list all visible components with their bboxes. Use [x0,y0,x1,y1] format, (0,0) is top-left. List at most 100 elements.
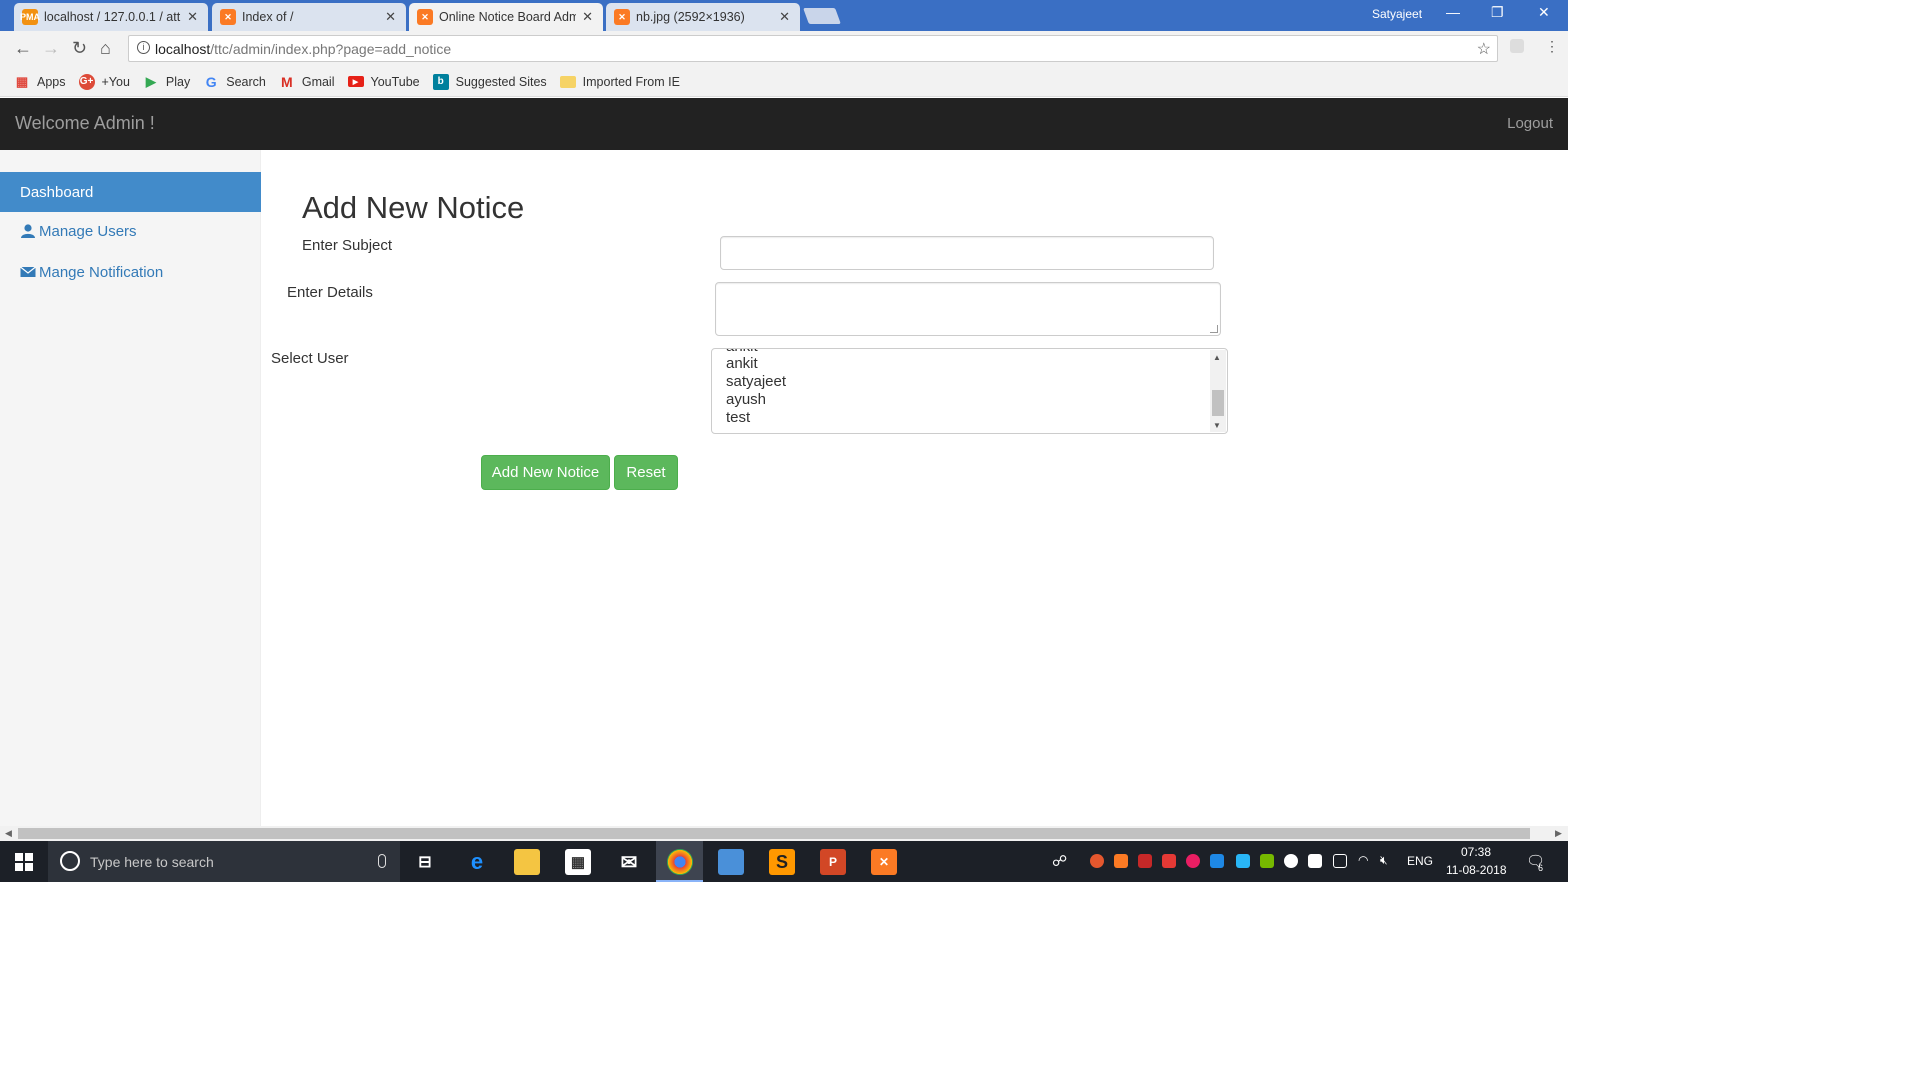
user-option[interactable]: test [726,409,750,426]
new-tab-button[interactable] [803,8,841,24]
store-icon[interactable]: ▦ [565,849,591,875]
tab-phpmyadmin[interactable]: PMA localhost / 127.0.0.1 / att ✕ [14,3,208,31]
reload-icon[interactable]: ↻ [72,38,87,59]
taskbar-search[interactable]: Type here to search [48,841,400,882]
profile-name[interactable]: Satyajeet [1372,7,1422,21]
wifi-icon[interactable]: ◠ [1358,853,1368,867]
close-window-icon[interactable]: ✕ [1538,4,1550,21]
powerpoint-icon[interactable]: P [820,849,846,875]
user-option[interactable]: ankit [726,355,758,372]
security-icon[interactable] [1308,854,1322,868]
tab-label: localhost / 127.0.0.1 / att [44,10,181,24]
bookmark-imported-from-ie[interactable]: Imported From IE [559,75,680,89]
brand-title[interactable]: Welcome Admin ! [15,113,155,134]
upload-icon[interactable] [1090,854,1104,868]
home-icon[interactable]: ⌂ [100,38,111,59]
user-option[interactable]: satyajeet [726,373,786,390]
info-icon[interactable]: i [137,41,150,54]
sidebar-item-dashboard[interactable]: Dashboard [0,172,261,212]
close-icon[interactable]: ✕ [582,9,593,25]
task-view-icon[interactable]: ⊟ [412,849,438,875]
tray-app-icon[interactable] [1162,854,1176,868]
tray-app-icon[interactable] [1236,854,1250,868]
back-icon[interactable]: ← [14,38,32,59]
scroll-right-icon[interactable]: ▶ [1555,828,1562,839]
extension-icon[interactable] [1510,39,1524,53]
close-icon[interactable]: ✕ [187,9,198,25]
bookmark-gmail[interactable]: M Gmail [279,74,335,90]
scroll-down-icon[interactable]: ▼ [1213,421,1221,430]
bookmark-label: Gmail [301,74,335,89]
tab-notice-board[interactable]: ✕ Online Notice Board Adm ✕ [409,3,603,31]
microphone-icon[interactable] [378,854,386,868]
horizontal-scrollbar[interactable]: ◀ ▶ [0,826,1568,841]
edge-icon[interactable]: e [464,849,490,875]
resize-handle-icon[interactable] [1210,325,1218,333]
listbox-scrollbar[interactable]: ▲ ▼ [1210,350,1226,432]
xampp-icon: ✕ [614,9,630,25]
bookmark-plus-you[interactable]: G+ +You [78,73,130,90]
onedrive-icon[interactable] [1284,854,1298,868]
bookmark-star-icon[interactable]: ☆ [1477,39,1491,59]
clock-date[interactable]: 11-08-2018 [1446,863,1507,877]
forward-icon[interactable]: → [42,38,60,59]
bluetooth-icon[interactable] [1210,854,1224,868]
bookmark-suggested-sites[interactable]: b Suggested Sites [432,73,547,90]
scrollbar-thumb[interactable] [18,828,1530,839]
language-indicator[interactable]: ENG [1407,854,1433,868]
menu-dots-icon[interactable]: ⋮ [1545,38,1559,55]
tab-nb-jpg[interactable]: ✕ nb.jpg (2592×1936) ✕ [606,3,800,31]
scroll-up-icon[interactable]: ▲ [1213,353,1221,362]
cortana-icon[interactable] [60,851,80,871]
reset-button[interactable]: Reset [614,455,678,490]
user-option[interactable]: ankit [726,349,758,355]
battery-icon[interactable] [1333,854,1347,868]
bookmark-search[interactable]: G Search [203,74,266,90]
sidebar-item-label: Mange Notification [39,263,164,281]
folder-icon [559,75,576,88]
xampp-tray-icon[interactable] [1114,854,1128,868]
restore-icon[interactable]: ❐ [1491,4,1504,21]
close-icon[interactable]: ✕ [779,9,790,25]
sublime-text-icon[interactable]: S [769,849,795,875]
mcafee-icon[interactable] [1138,854,1152,868]
volume-muted-icon[interactable]: 🔇︎ [1380,853,1388,868]
tab-index[interactable]: ✕ Index of / ✕ [212,3,406,31]
bookmark-label: YouTube [370,74,420,89]
user-select[interactable]: ankit ankit satyajeet ayush test ▲ ▼ [711,348,1228,434]
mail-icon[interactable]: ✉ [616,849,642,875]
file-explorer-icon[interactable] [514,849,540,875]
scrollbar-thumb[interactable] [1212,390,1224,416]
bookmark-play[interactable]: ▶ Play [143,74,190,90]
logout-link[interactable]: Logout [1507,115,1553,132]
browser-tab-strip: PMA localhost / 127.0.0.1 / att ✕ ✕ Inde… [0,0,1568,31]
people-icon[interactable]: ☍ [1052,852,1067,870]
scroll-left-icon[interactable]: ◀ [5,828,12,839]
windows-start-icon[interactable] [15,853,33,871]
add-notice-button[interactable]: Add New Notice [481,455,610,490]
clock-time[interactable]: 07:38 [1461,845,1491,859]
google-plus-icon: G+ [78,73,95,90]
chrome-icon[interactable] [667,849,693,875]
select-user-label: Select User [271,350,349,367]
tray-app-icon[interactable] [1186,854,1200,868]
app-navbar: Welcome Admin ! Logout [0,98,1568,150]
details-textarea[interactable] [715,282,1221,336]
bookmarks-bar: ▦ Apps G+ +You ▶ Play G Search M Gmail ▶… [0,67,1568,97]
url-host: localhost [155,40,211,57]
bookmark-youtube[interactable]: ▶ YouTube [347,74,420,89]
minimize-icon[interactable]: — [1446,4,1460,20]
user-option[interactable]: ayush [726,391,766,408]
sidebar-item-manage-users[interactable]: Manage Users [0,211,261,251]
sidebar-item-manage-notification[interactable]: Mange Notification [0,252,261,292]
close-icon[interactable]: ✕ [385,9,396,25]
nvidia-icon[interactable] [1260,854,1274,868]
bookmark-apps[interactable]: ▦ Apps [14,74,66,90]
apps-grid-icon: ▦ [15,73,29,89]
desktop-app-icon[interactable] [718,849,744,875]
subject-input[interactable] [720,236,1214,270]
xampp-icon[interactable]: ✕ [871,849,897,875]
address-bar[interactable]: i localhost/ttc/admin/index.php?page=add… [128,35,1498,62]
notification-count-badge: 6 [1538,863,1544,873]
google-icon: G [205,73,217,90]
